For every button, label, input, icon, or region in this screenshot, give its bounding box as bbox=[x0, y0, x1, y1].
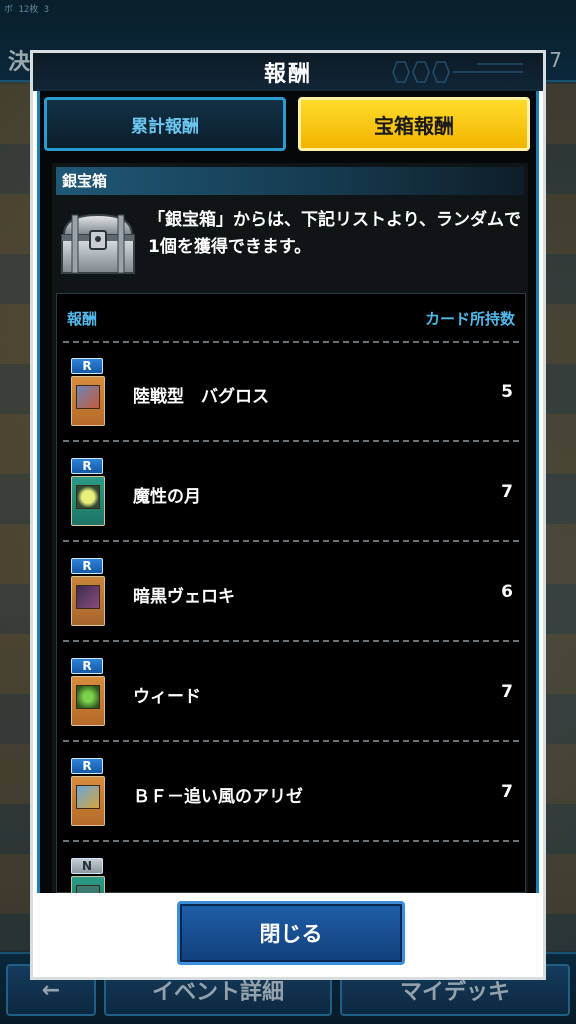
item-name: 魔性の月 bbox=[133, 487, 201, 507]
item-name: ウィード bbox=[133, 687, 201, 707]
item-name: 暗黒ヴェロキ bbox=[133, 587, 235, 607]
tab-chest-label: 宝箱報酬 bbox=[374, 113, 454, 138]
header-reward: 報酬 bbox=[67, 310, 98, 328]
rarity-badge: R bbox=[71, 358, 103, 374]
reward-modal: 報酬 累計報酬 宝箱報酬 銀宝箱 「銀宝箱」からは、下記リストより、ランダムで1… bbox=[30, 50, 546, 980]
list-item[interactable]: R 陸戦型 バグロス 5 bbox=[57, 342, 525, 442]
card-thumbnail-icon bbox=[71, 376, 105, 426]
list-header: 報酬 カード所持数 bbox=[57, 294, 525, 343]
list-item[interactable]: R ウィード 7 bbox=[57, 642, 525, 742]
item-count: 7 bbox=[501, 482, 513, 502]
modal-footer: 閉じる bbox=[33, 893, 543, 977]
item-count: 6 bbox=[501, 582, 513, 602]
card-thumbnail-icon bbox=[71, 576, 105, 626]
rarity-badge: R bbox=[71, 558, 103, 574]
item-name: ＢＦ－追い風のアリゼ bbox=[133, 787, 303, 807]
modal-header: 報酬 bbox=[33, 53, 543, 91]
silver-chest-icon bbox=[61, 213, 135, 274]
item-count: 7 bbox=[501, 782, 513, 802]
list-item[interactable]: N bbox=[57, 842, 525, 893]
rarity-badge: R bbox=[71, 758, 103, 774]
chest-description: 「銀宝箱」からは、下記リストより、ランダムで1個を獲得できます。 bbox=[148, 210, 521, 257]
modal-title: 報酬 bbox=[263, 62, 312, 87]
list-item[interactable]: R 暗黒ヴェロキ 6 bbox=[57, 542, 525, 642]
rarity-badge: R bbox=[71, 458, 103, 474]
tab-chest-rewards[interactable]: 宝箱報酬 bbox=[298, 97, 530, 151]
hexagon-decoration-icon bbox=[392, 61, 523, 83]
card-thumbnail-icon bbox=[71, 676, 105, 726]
chest-content: 銀宝箱 「銀宝箱」からは、下記リストより、ランダムで1個を獲得できます。 報酬 … bbox=[52, 163, 528, 893]
close-button[interactable]: 閉じる bbox=[177, 901, 405, 965]
card-thumbnail-icon bbox=[71, 776, 105, 826]
header-owned-count: カード所持数 bbox=[424, 310, 515, 328]
tab-cumulative-label: 累計報酬 bbox=[131, 116, 199, 137]
section-title: 銀宝箱 bbox=[56, 167, 524, 195]
item-name: 陸戦型 バグロス bbox=[133, 387, 269, 407]
rarity-badge: N bbox=[71, 858, 103, 874]
rarity-badge: R bbox=[71, 658, 103, 674]
list-item[interactable]: R ＢＦ－追い風のアリゼ 7 bbox=[57, 742, 525, 842]
item-count: 5 bbox=[501, 382, 513, 402]
tab-cumulative-rewards[interactable]: 累計報酬 bbox=[44, 97, 286, 151]
list-item[interactable]: R 魔性の月 7 bbox=[57, 442, 525, 542]
reward-panel: 累計報酬 宝箱報酬 銀宝箱 「銀宝箱」からは、下記リストより、ランダムで1個を獲… bbox=[37, 91, 539, 893]
item-count: 7 bbox=[501, 682, 513, 702]
close-button-label: 閉じる bbox=[259, 922, 323, 946]
reward-list[interactable]: 報酬 カード所持数 R 陸戦型 バグロス 5 R 魔性の月 7 R 暗黒ヴェロキ… bbox=[56, 293, 526, 893]
tab-bar: 累計報酬 宝箱報酬 bbox=[40, 91, 536, 157]
card-thumbnail-icon bbox=[71, 476, 105, 526]
card-thumbnail-icon bbox=[71, 876, 105, 893]
